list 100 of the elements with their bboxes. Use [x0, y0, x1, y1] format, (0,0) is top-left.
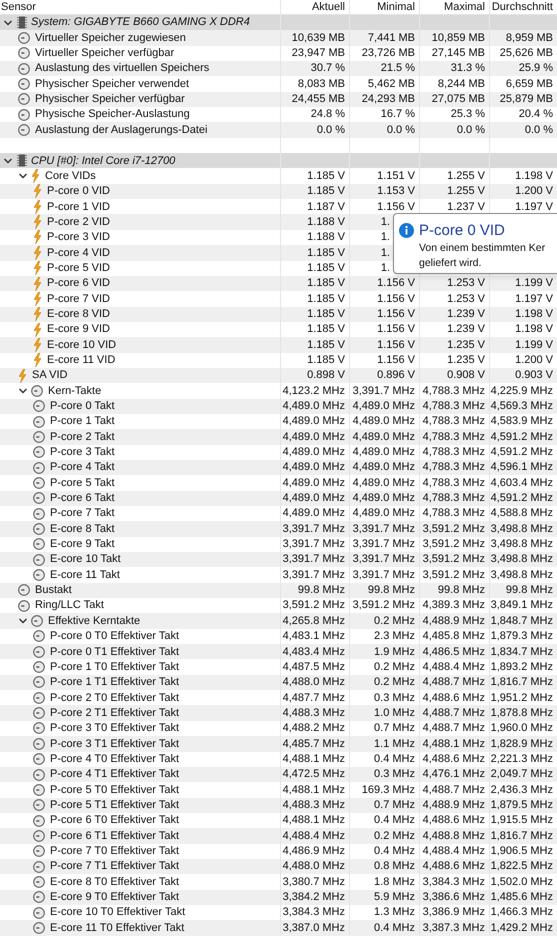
table-row[interactable]: P-core 7 T0 Effektiver Takt 4,486.9 MHz 0.4 MHz 4,488.4 MHz 1,906.5 MHz — [0, 844, 557, 859]
table-row[interactable]: P-core 6 T1 Effektiver Takt 4,488.4 MHz 0.2 MHz 4,488.8 MHz 1,816.7 MHz — [0, 828, 557, 844]
table-row[interactable]: P-core 0 Takt 4,489.0 MHz 4,489.0 MHz 4,788.3 MHz 4,569.3 MHz — [0, 398, 557, 414]
sensor-label: Virtueller Speicher zugewiesen — [34, 30, 186, 46]
table-row[interactable]: E-core 10 Takt 3,391.7 MHz 3,391.7 MHz 3,591.2 MHz 3,498.8 MHz — [0, 552, 557, 568]
table-cell-text: 4,489.0 MHz — [282, 414, 345, 430]
table-row[interactable]: E-core 10 T0 Effektiver Takt 3,384.3 MHz 1.3 MHz 3,386.9 MHz 1,466.3 MHz — [0, 904, 557, 920]
column-header[interactable]: Maximal — [444, 0, 485, 16]
group-header-row[interactable]: CPU [#0]: Intel Core i7-12700 — [0, 153, 557, 168]
table-row[interactable]: E-core 11 T0 Effektiver Takt 3,387.0 MHz 0.4 MHz 3,387.3 MHz 1,429.2 MHz — [0, 920, 557, 936]
table-cell-text: 4,489.0 MHz — [352, 491, 415, 506]
table-cell-text: 0.3 MHz — [374, 767, 415, 782]
sensor-label: Auslastung des virtuellen Speichers — [34, 61, 210, 76]
table-cell-text: 0.0 % — [456, 122, 485, 138]
table-row[interactable]: E-core 11 VID 1.185 V 1.156 V 1.235 V 1.200 V — [0, 352, 557, 368]
sensor-label: P-core 1 Takt — [49, 414, 115, 430]
table-cell-text: 8,959 MB — [506, 30, 553, 46]
table-cell-text: 169.3 MHz — [362, 782, 415, 798]
column-header[interactable]: Minimal — [377, 0, 415, 16]
table-row[interactable]: Virtueller Speicher zugewiesen 10,639 MB 7,441 MB 10,859 MB 8,959 MB — [0, 30, 557, 46]
sensor-label: P-core 3 T1 Effektiver Takt — [49, 736, 180, 752]
table-cell-text: 4,488.8 MHz — [422, 828, 485, 844]
table-row[interactable]: Physische Speicher-Auslastung 24.8 % 16.7 % 25.3 % 20.4 % — [0, 107, 557, 122]
table-cell-text: 1,429.2 MHz — [490, 920, 553, 936]
table-cell-text: 2,436.3 MHz — [490, 782, 553, 798]
table-row[interactable]: E-core 8 Takt 3,391.7 MHz 3,391.7 MHz 3,591.2 MHz 3,498.8 MHz — [0, 521, 557, 537]
table-row[interactable]: Effektive Kerntakte 4,265.8 MHz 0.2 MHz 4,488.9 MHz 1,848.7 MHz — [0, 613, 557, 629]
sensor-label: Physische Speicher-Auslastung — [34, 107, 190, 122]
table-cell-text: 3,391.7 MHz — [282, 552, 345, 568]
sensor-label: P-core 3 VID — [46, 230, 110, 246]
sensor-label: P-core 6 Takt — [49, 491, 115, 506]
table-cell-text: 4,596.1 MHz — [490, 460, 553, 476]
table-cell-text: 4,591.2 MHz — [490, 491, 553, 506]
table-cell-text: 1.185 V — [307, 338, 345, 353]
column-header[interactable]: Sensor — [1, 0, 36, 16]
sensor-label: E-core 10 VID — [46, 338, 116, 353]
table-row[interactable]: Physischer Speicher verfügbar 24,455 MB 24,293 MB 27,075 MB 25,879 MB — [0, 92, 557, 108]
table-row[interactable]: E-core 9 Takt 3,391.7 MHz 3,391.7 MHz 3,591.2 MHz 3,498.8 MHz — [0, 536, 557, 552]
sensor-label: P-core 0 VID — [46, 184, 110, 200]
table-cell-text: 1,816.7 MHz — [490, 828, 553, 844]
sensor-label: P-core 5 VID — [46, 260, 110, 276]
table-row[interactable]: Auslastung der Auslagerungs-Datei 0.0 % 0.0 % 0.0 % 0.0 % — [0, 122, 557, 138]
sensor-label: Virtueller Speicher verfügbar — [34, 46, 174, 62]
table-row[interactable]: P-core 5 T1 Effektiver Takt 4,488.3 MHz 0.7 MHz 4,488.9 MHz 1,879.5 MHz — [0, 798, 557, 813]
sensor-label: P-core 1 T1 Effektiver Takt — [49, 675, 180, 690]
table-cell-text: 4,488.4 MHz — [282, 828, 345, 844]
table-row[interactable]: E-core 9 T0 Effektiver Takt 3,384.2 MHz 5.9 MHz 3,386.6 MHz 1,485.6 MHz — [0, 890, 557, 905]
sensor-label: E-core 10 T0 Effektiver Takt — [49, 905, 186, 920]
table-row[interactable]: P-core 1 T1 Effektiver Takt 4,488.0 MHz 0.2 MHz 4,488.7 MHz 1,816.7 MHz — [0, 674, 557, 690]
table-row[interactable]: P-core 2 T1 Effektiver Takt 4,488.3 MHz 1.0 MHz 4,488.7 MHz 1,878.8 MHz — [0, 705, 557, 721]
table-row[interactable]: E-core 10 VID 1.185 V 1.156 V 1.235 V 1.199 V — [0, 337, 557, 353]
table-cell-text: 4,788.3 MHz — [422, 476, 485, 491]
table-cell-text: 1.200 V — [515, 184, 553, 200]
table-cell-text: 4,489.0 MHz — [282, 445, 345, 460]
table-cell-text: 25,879 MB — [500, 92, 553, 108]
table-row[interactable]: Auslastung des virtuellen Speichers 30.7 % 21.5 % 31.3 % 25.9 % — [0, 61, 557, 76]
column-header[interactable]: Durchschnitt — [492, 0, 553, 16]
table-cell-text: 1. — [380, 230, 390, 246]
table-row[interactable]: Virtueller Speicher verfügbar 23,947 MB 23,726 MB 27,145 MB 25,626 MB — [0, 46, 557, 62]
table-row[interactable]: E-core 8 VID 1.185 V 1.156 V 1.239 V 1.198 V — [0, 306, 557, 322]
sensor-label: Kern-Takte — [47, 384, 102, 399]
table-row[interactable]: P-core 2 T0 Effektiver Takt 4,487.7 MHz 0.3 MHz 4,488.6 MHz 1,951.2 MHz — [0, 690, 557, 706]
table-row[interactable]: P-core 6 VID 1.185 V 1.156 V 1.253 V 1.199 V — [0, 276, 557, 292]
column-header[interactable]: Aktuell — [312, 0, 345, 16]
table-row[interactable]: P-core 1 Takt 4,489.0 MHz 4,489.0 MHz 4,788.3 MHz 4,583.9 MHz — [0, 414, 557, 430]
table-cell-text: 99.8 MHz — [438, 583, 485, 598]
table-cell-text: 0.908 V — [447, 368, 485, 384]
table-cell-text: 1,951.2 MHz — [490, 690, 553, 706]
table-cell-text: 3,391.7 MHz — [352, 568, 415, 583]
sensor-label: Core VIDs — [44, 168, 96, 184]
table-row[interactable]: P-core 3 Takt 4,489.0 MHz 4,489.0 MHz 4,788.3 MHz 4,591.2 MHz — [0, 444, 557, 460]
table-cell-text: 4,488.4 MHz — [422, 660, 485, 675]
table-row[interactable]: P-core 4 T0 Effektiver Takt 4,488.1 MHz 0.4 MHz 4,488.6 MHz 2,221.3 MHz — [0, 752, 557, 767]
table-cell-text: 1.156 V — [377, 338, 415, 353]
table-row[interactable]: P-core 7 T1 Effektiver Takt 4,488.0 MHz 0.8 MHz 4,488.6 MHz 1,822.5 MHz — [0, 858, 557, 874]
table-row[interactable]: P-core 0 T1 Effektiver Takt 4,483.4 MHz 1.9 MHz 4,486.5 MHz 1,834.7 MHz — [0, 644, 557, 660]
table-row[interactable]: Ring/LLC Takt 3,591.2 MHz 3,591.2 MHz 4,389.3 MHz 3,849.1 MHz — [0, 598, 557, 614]
table-row[interactable]: P-core 2 Takt 4,489.0 MHz 4,489.0 MHz 4,788.3 MHz 4,591.2 MHz — [0, 429, 557, 445]
table-cell-text: 4,488.0 MHz — [282, 675, 345, 690]
table-row[interactable]: P-core 4 T1 Effektiver Takt 4,472.5 MHz 0.3 MHz 4,476.1 MHz 2,049.7 MHz — [0, 766, 557, 782]
table-row[interactable]: Bustakt 99.8 MHz 99.8 MHz 99.8 MHz 99.8 MHz — [0, 582, 557, 598]
sensor-label: P-core 6 VID — [46, 276, 110, 292]
table-cell-text: 4,488.3 MHz — [282, 706, 345, 721]
table-cell-text: 0.8 MHz — [374, 859, 415, 874]
table-cell-text: 20.4 % — [518, 107, 553, 122]
table-row[interactable]: P-core 4 Takt 4,489.0 MHz 4,489.0 MHz 4,788.3 MHz 4,596.1 MHz — [0, 460, 557, 476]
table-cell-text: 3,591.2 MHz — [422, 568, 485, 583]
table-cell-text: 1.198 V — [515, 322, 553, 338]
table-cell-text: 1,834.7 MHz — [490, 644, 553, 660]
table-cell-text: 1,879.5 MHz — [490, 798, 553, 813]
table-row[interactable]: P-core 0 VID 1.185 V 1.153 V 1.255 V 1.200 V — [0, 184, 557, 200]
table-cell-text: 1.156 V — [377, 352, 415, 368]
table-row[interactable]: P-core 3 T1 Effektiver Takt 4,485.7 MHz 1.1 MHz 4,488.1 MHz 1,828.9 MHz — [0, 736, 557, 752]
table-cell-text: 3,849.1 MHz — [490, 598, 553, 614]
table-row[interactable]: SA VID 0.898 V 0.896 V 0.908 V 0.903 V — [0, 368, 557, 384]
table-cell-text: 1.185 V — [307, 184, 345, 200]
table-row[interactable]: P-core 6 Takt 4,489.0 MHz 4,489.0 MHz 4,788.3 MHz 4,591.2 MHz — [0, 490, 557, 506]
group-header-row[interactable]: System: GIGABYTE B660 GAMING X DDR4 — [0, 15, 557, 30]
table-row[interactable]: P-core 7 Takt 4,489.0 MHz 4,489.0 MHz 4,788.3 MHz 4,588.8 MHz — [0, 506, 557, 522]
table-cell-text: 3,391.7 MHz — [352, 522, 415, 537]
